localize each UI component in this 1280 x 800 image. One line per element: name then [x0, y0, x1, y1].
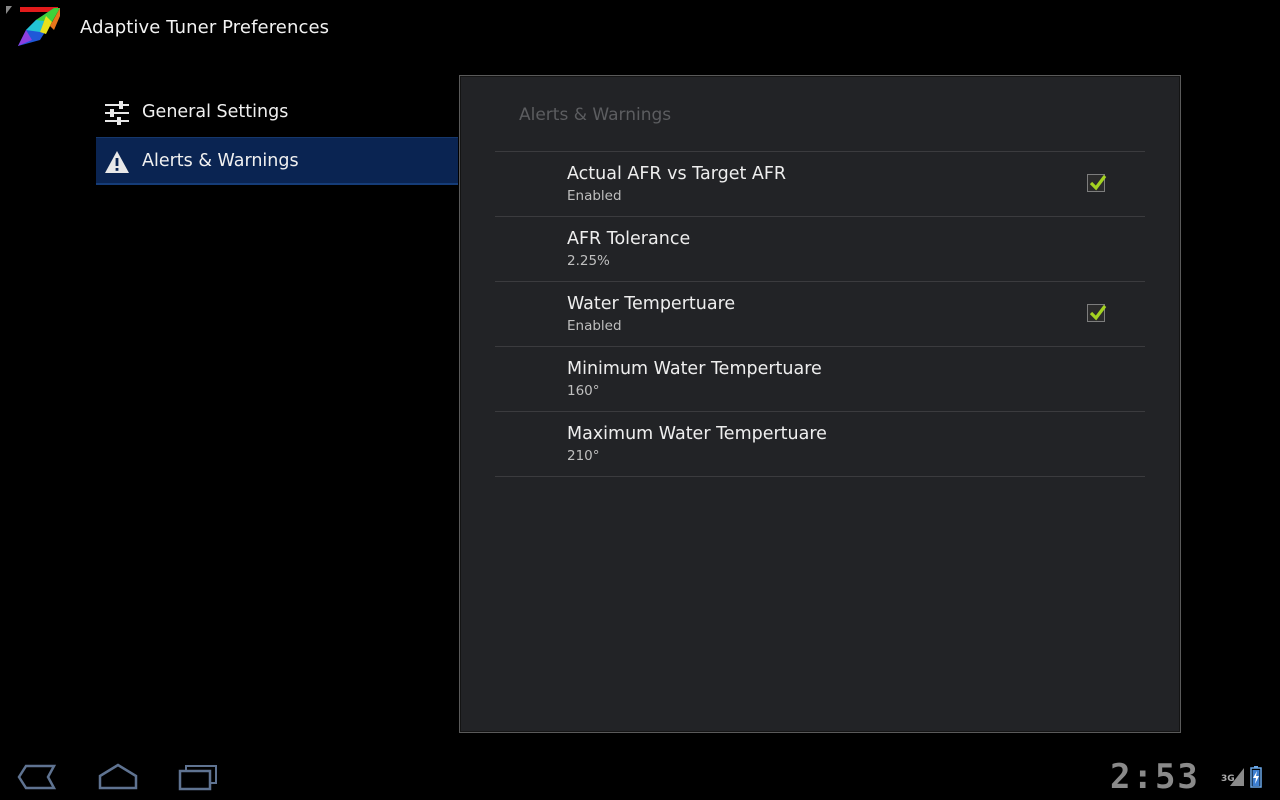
pref-afr-tolerance[interactable]: AFR Tolerance 2.25%: [495, 217, 1145, 282]
pref-summary: 160°: [567, 383, 600, 399]
preference-headers: General Settings Alerts & Warnings: [96, 88, 458, 185]
pref-actual-afr-vs-target-afr[interactable]: Actual AFR vs Target AFR Enabled: [495, 152, 1145, 217]
header-label: General Settings: [142, 102, 289, 122]
checkmark-icon: [1089, 305, 1107, 321]
checkmark-icon: [1089, 175, 1107, 191]
header-label: Alerts & Warnings: [142, 150, 299, 171]
water-temp-checkbox[interactable]: [1087, 304, 1107, 322]
app-root: Adaptive Tuner Preferences General Setti…: [0, 0, 1280, 800]
pref-summary: Enabled: [567, 318, 622, 334]
category-title: Alerts & Warnings: [519, 105, 672, 125]
warning-icon: [105, 151, 129, 173]
home-icon[interactable]: [96, 762, 140, 792]
pref-title: Actual AFR vs Target AFR: [567, 164, 787, 184]
pref-summary: 2.25%: [567, 253, 610, 269]
pref-minimum-water-temperature[interactable]: Minimum Water Tempertuare 160°: [495, 347, 1145, 412]
preferences-panel: Alerts & Warnings Actual AFR vs Target A…: [459, 75, 1181, 733]
window-title: Adaptive Tuner Preferences: [80, 17, 330, 38]
system-bar: 2:53 3G: [0, 752, 1280, 800]
signal-icon: [1230, 768, 1244, 786]
pref-summary: 210°: [567, 448, 600, 464]
back-icon[interactable]: [16, 762, 60, 792]
recent-apps-icon[interactable]: [176, 762, 220, 792]
app-logo-icon[interactable]: [6, 6, 62, 48]
battery-icon: [1250, 766, 1262, 788]
pref-maximum-water-temperature[interactable]: Maximum Water Tempertuare 210°: [495, 412, 1145, 477]
header-item-alerts-warnings[interactable]: Alerts & Warnings: [96, 137, 458, 185]
pref-water-temperature[interactable]: Water Tempertuare Enabled: [495, 282, 1145, 347]
pref-title: Water Tempertuare: [567, 294, 736, 314]
header-item-general-settings[interactable]: General Settings: [96, 88, 458, 136]
pref-summary: Enabled: [567, 188, 622, 204]
preference-list: Actual AFR vs Target AFR Enabled AFR Tol…: [495, 151, 1145, 477]
afr-alert-checkbox[interactable]: [1087, 174, 1107, 192]
pref-title: AFR Tolerance: [567, 229, 691, 249]
clock[interactable]: 2:53: [1110, 757, 1200, 797]
pref-title: Minimum Water Tempertuare: [567, 359, 822, 379]
pref-title: Maximum Water Tempertuare: [567, 424, 827, 444]
sliders-icon: [105, 101, 129, 125]
action-bar: Adaptive Tuner Preferences: [0, 0, 1280, 56]
